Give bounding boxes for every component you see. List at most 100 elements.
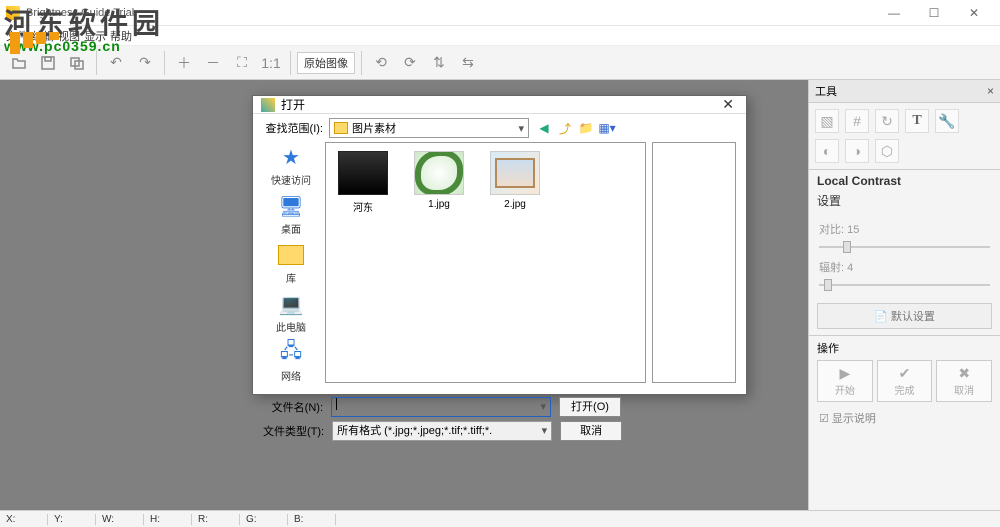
toolbar-separator <box>96 51 97 75</box>
image-thumb <box>490 151 540 195</box>
rotate-left-icon[interactable]: ⟲ <box>368 50 394 76</box>
fit-icon[interactable]: ⛶ <box>229 50 255 76</box>
tools-panel: 工具 × ▧ # ↻ T 🔧 ◐ ◑ ⬡ Local Contrast 设置 对… <box>808 80 1000 510</box>
status-x: X: <box>0 514 48 525</box>
resize-icon[interactable]: # <box>845 109 869 133</box>
flip-h-icon[interactable]: ⇆ <box>455 50 481 76</box>
nav-network[interactable]: 🖧网络 <box>277 340 305 383</box>
brightness-icon[interactable]: ◐ <box>815 139 839 163</box>
radius-label: 辐射: 4 <box>819 259 990 275</box>
star-icon: ★ <box>277 144 305 170</box>
original-image-button[interactable]: 原始图像 <box>297 52 355 74</box>
panel-header: 工具 × <box>809 80 1000 103</box>
panel-close-icon[interactable]: × <box>987 84 994 98</box>
toolbar-separator <box>164 51 165 75</box>
redo-icon[interactable]: ↷ <box>132 50 158 76</box>
settings-header: 设置 <box>809 192 1000 213</box>
folder-thumb <box>338 151 388 195</box>
menu-view[interactable]: 视图 <box>58 28 80 44</box>
filetype-label: 文件类型(T): <box>263 423 324 439</box>
minimize-button[interactable]: — <box>874 1 914 25</box>
desktop-icon: 🖥 <box>277 193 305 219</box>
toolbar-separator <box>290 51 291 75</box>
tool-icons-row2: ◐ ◑ ⬡ <box>809 139 1000 169</box>
filetype-select[interactable]: 所有格式 (*.jpg;*.jpeg;*.tif;*.tiff;*. <box>332 421 552 441</box>
nav-library[interactable]: 库 <box>277 242 305 285</box>
menu-help[interactable]: 帮助 <box>110 28 132 44</box>
status-h: H: <box>144 514 192 525</box>
up-icon[interactable]: ⤴ <box>556 119 574 137</box>
back-icon[interactable]: ◀ <box>535 119 553 137</box>
play-icon: ▶ <box>820 365 870 382</box>
panel-title: 工具 <box>815 83 837 99</box>
window-titlebar: Brightness Guide Trial — ☐ ✕ <box>0 0 1000 26</box>
status-bar: X: Y: W: H: R: G: B: <box>0 510 1000 527</box>
close-button[interactable]: ✕ <box>954 1 994 25</box>
maximize-button[interactable]: ☐ <box>914 1 954 25</box>
status-g: G: <box>240 514 288 525</box>
open-button[interactable]: 打开(O) <box>559 397 621 417</box>
batch-icon[interactable] <box>64 50 90 76</box>
open-icon[interactable] <box>6 50 32 76</box>
show-description-checkbox[interactable]: ☑ 显示说明 <box>809 402 1000 434</box>
file-name: 河东 <box>353 203 373 214</box>
crop-icon[interactable]: ▧ <box>815 109 839 133</box>
dialog-nav-buttons: ◀ ⤴ 📁 ▦▾ <box>535 119 616 137</box>
wrench-icon[interactable]: 🔧 <box>935 109 959 133</box>
menu-file[interactable]: 文件 <box>6 28 28 44</box>
app-icon <box>6 6 20 20</box>
file-item-folder[interactable]: 河东 <box>334 151 392 214</box>
dialog-icon <box>261 98 275 112</box>
library-folder-icon <box>277 242 305 268</box>
image-thumb <box>414 151 464 195</box>
open-dialog: 打开 ✕ 查找范围(I): 图片素材 ◀ ⤴ 📁 ▦▾ ★快速访问 🖥桌面 库 … <box>252 95 747 395</box>
nav-desktop[interactable]: 🖥桌面 <box>277 193 305 236</box>
lookin-value: 图片素材 <box>352 120 396 136</box>
file-list[interactable]: 河东 1.jpg 2.jpg <box>325 142 646 383</box>
save-icon[interactable] <box>35 50 61 76</box>
file-item-image[interactable]: 1.jpg <box>410 151 468 210</box>
check-icon: ✔ <box>880 365 930 382</box>
cancel-button[interactable]: ✖取消 <box>936 360 992 402</box>
contrast-icon[interactable]: ◑ <box>845 139 869 163</box>
operations-buttons: ▶开始 ✔完成 ✖取消 <box>809 360 1000 402</box>
menu-display[interactable]: 显示 <box>84 28 106 44</box>
folder-icon <box>334 122 348 134</box>
lookin-label: 查找范围(I): <box>263 120 323 136</box>
menu-edit[interactable]: 编辑 <box>32 28 54 44</box>
dialog-cancel-button[interactable]: 取消 <box>560 421 622 441</box>
dialog-titlebar: 打开 ✕ <box>253 96 746 114</box>
network-icon: 🖧 <box>277 340 305 366</box>
text-icon[interactable]: T <box>905 109 929 133</box>
status-w: W: <box>96 514 144 525</box>
contrast-slider[interactable] <box>819 239 990 255</box>
rotate-right-icon[interactable]: ⟳ <box>397 50 423 76</box>
finish-button[interactable]: ✔完成 <box>877 360 933 402</box>
new-folder-icon[interactable]: 📁 <box>577 119 595 137</box>
levels-icon[interactable]: ⬡ <box>875 139 899 163</box>
lookin-combo[interactable]: 图片素材 <box>329 118 529 138</box>
dialog-close-icon[interactable]: ✕ <box>718 96 738 113</box>
rotate-icon[interactable]: ↻ <box>875 109 899 133</box>
zoom-in-icon[interactable]: ＋ <box>171 50 197 76</box>
flip-v-icon[interactable]: ⇅ <box>426 50 452 76</box>
status-r: R: <box>192 514 240 525</box>
undo-icon[interactable]: ↶ <box>103 50 129 76</box>
operations-header: 操作 <box>809 335 1000 360</box>
view-menu-icon[interactable]: ▦▾ <box>598 119 616 137</box>
file-item-image[interactable]: 2.jpg <box>486 151 544 210</box>
nav-thispc[interactable]: 💻此电脑 <box>276 291 306 334</box>
zoom-out-icon[interactable]: － <box>200 50 226 76</box>
dialog-title: 打开 <box>281 96 718 113</box>
file-name: 1.jpg <box>428 199 450 210</box>
radius-slider[interactable] <box>819 277 990 293</box>
actual-size-icon[interactable]: 1:1 <box>258 50 284 76</box>
x-icon: ✖ <box>939 365 989 382</box>
start-button[interactable]: ▶开始 <box>817 360 873 402</box>
nav-quick[interactable]: ★快速访问 <box>271 144 311 187</box>
file-name: 2.jpg <box>504 199 526 210</box>
menu-bar: 文件 编辑 视图 显示 帮助 <box>0 26 1000 46</box>
defaults-button[interactable]: 📄 默认设置 <box>817 303 992 329</box>
section-local-contrast: Local Contrast <box>809 169 1000 192</box>
filename-input[interactable] <box>331 397 551 417</box>
